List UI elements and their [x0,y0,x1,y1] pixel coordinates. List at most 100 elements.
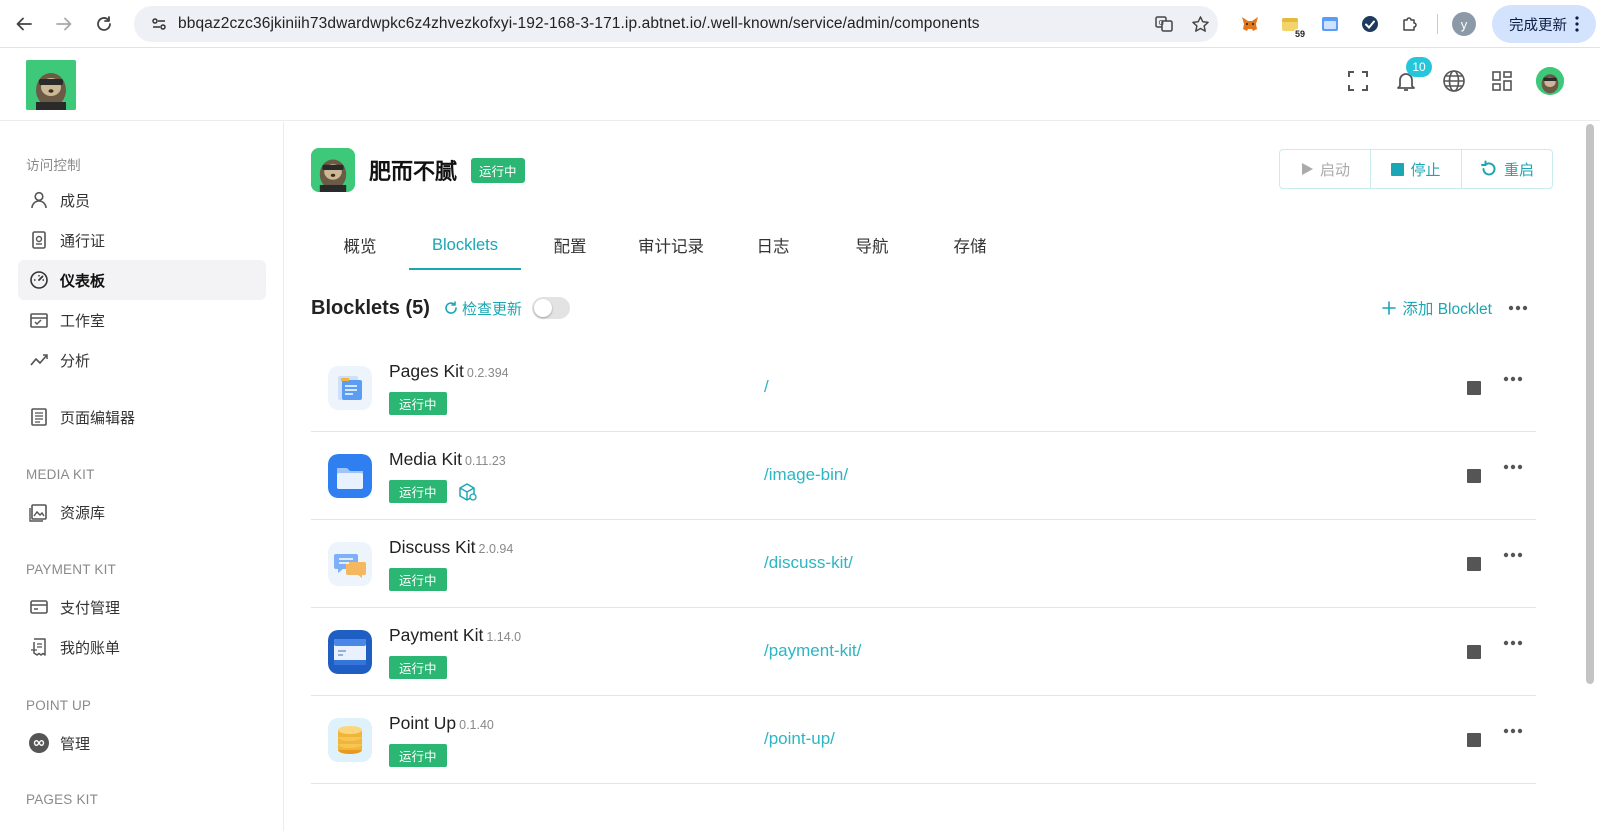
status-badge: 运行中 [389,568,447,591]
stop-square-icon[interactable] [1467,733,1481,747]
restart-button[interactable]: 重启 [1461,150,1552,188]
reload-icon [97,16,111,31]
sidebar-item-my-bills[interactable]: 我的账单 [18,627,266,667]
sidebar-item-label: 工作室 [60,312,106,330]
notification-bell-icon[interactable]: 10 [1388,57,1432,99]
blocklet-list: Pages Kit 0.2.394 运行中 / Media Kit 0.11.23 … [311,344,1536,784]
forward-button[interactable] [44,4,84,44]
extension-badge: 59 [1293,29,1306,39]
tab-storage[interactable]: 存储 [921,220,1019,270]
stop-square-icon [1391,162,1405,176]
fullscreen-icon[interactable] [1340,63,1376,99]
tab-blocklets[interactable]: Blocklets [409,220,521,270]
media-library-icon [28,501,50,523]
blocklet-mount-path[interactable]: / [764,377,769,397]
add-blocklet-button[interactable]: 添加 Blocklet [1382,297,1492,319]
sidebar-item-label: 资源库 [60,504,106,522]
profile-button[interactable]: y [1444,6,1484,42]
blocklet-name: Media Kit 0.11.23 [389,449,506,470]
app-logo[interactable] [26,60,76,110]
more-options-icon[interactable] [1508,305,1528,311]
sidebar-item-studio[interactable]: 工作室 [18,300,266,340]
table-row[interactable]: Payment Kit 1.14.0 运行中 /payment-kit/ [311,608,1536,696]
page-scrollbar[interactable] [1586,124,1594,684]
tab-config[interactable]: 配置 [521,220,619,270]
sidebar-item-members[interactable]: 成员 [18,180,266,220]
row-more-icon[interactable] [1503,640,1523,646]
media-kit-icon [328,454,372,498]
blocklet-version: 0.11.23 [464,454,506,468]
sidebar-item-point-up-manage[interactable]: 管理 [18,723,266,763]
back-button[interactable] [4,4,44,44]
tab-logs[interactable]: 日志 [723,220,823,270]
page-editor-icon [28,406,50,428]
table-row[interactable]: Media Kit 0.11.23 运行中 /image-bin/ [311,432,1536,520]
metamask-extension-icon[interactable] [1230,6,1270,42]
blocklet-name: Discuss Kit 2.0.94 [389,537,513,558]
row-more-icon[interactable] [1503,728,1523,734]
check-update-label: 检查更新 [461,300,522,318]
user-menu-button[interactable] [1532,63,1568,99]
calendar-extension-icon[interactable]: 59 [1270,6,1310,42]
language-globe-icon[interactable] [1436,63,1472,99]
sidebar-group-access-control: 访问控制 [26,158,81,173]
check-update-link[interactable]: 检查更新 [444,298,522,319]
app-controls: 启动 停止 重启 [1279,149,1553,189]
stop-square-icon[interactable] [1467,381,1481,395]
sidebar-item-dashboard[interactable]: 仪表板 [18,260,266,300]
stop-square-icon[interactable] [1467,469,1481,483]
check-extension-icon[interactable] [1350,6,1390,42]
sidebar-item-label: 管理 [60,735,91,753]
blocklet-name: Pages Kit 0.2.394 [389,361,509,382]
sidebar-item-payment-management[interactable]: 支付管理 [18,587,266,627]
table-row[interactable]: Discuss Kit 2.0.94 运行中 /discuss-kit/ [311,520,1536,608]
studio-icon [28,309,50,331]
bill-icon [28,636,50,658]
stop-square-icon[interactable] [1467,557,1481,571]
table-row[interactable]: Point Up 0.1.40 运行中 /point-up/ [311,696,1536,784]
apps-grid-icon[interactable] [1484,63,1520,99]
table-row[interactable]: Pages Kit 0.2.394 运行中 / [311,344,1536,432]
start-button[interactable]: 启动 [1280,150,1370,188]
puzzle-extensions-icon[interactable] [1390,6,1430,42]
sidebar-item-media-library[interactable]: 资源库 [18,492,266,532]
blocklet-mount-path[interactable]: /payment-kit/ [764,641,861,661]
blocklets-header: Blocklets (5) 检查更新 添加 Blocklet [311,292,1536,324]
browser-update-button[interactable]: 完成更新 [1492,5,1596,43]
arrow-right-icon [56,17,72,31]
sidebar-item-page-editor[interactable]: 页面编辑器 [18,397,266,437]
blocklet-mount-path[interactable]: /discuss-kit/ [764,553,853,573]
blocklet-title: Pages Kit [389,361,464,381]
blocklet-mount-path[interactable]: /image-bin/ [764,465,848,485]
translate-icon[interactable]: G [1146,14,1182,34]
bookmark-star-icon[interactable] [1182,15,1218,34]
sidebar-item-passport[interactable]: 通行证 [18,220,266,260]
stop-button[interactable]: 停止 [1370,150,1461,188]
sidebar-item-label: 页面编辑器 [60,409,136,427]
reload-button[interactable] [84,4,124,44]
row-more-icon[interactable] [1503,552,1523,558]
sidebar-group-payment-kit: PAYMENT KIT [26,562,116,577]
tab-overview[interactable]: 概览 [311,220,409,270]
auto-update-toggle[interactable] [531,297,570,319]
component-cube-icon[interactable] [457,482,477,502]
tab-navigation[interactable]: 导航 [823,220,921,270]
play-icon [1301,163,1313,175]
site-settings-icon[interactable] [142,15,176,33]
tab-audit-log[interactable]: 审计记录 [619,220,723,270]
window-extension-icon[interactable] [1310,6,1350,42]
address-bar[interactable]: bbqaz2czc36jkiniih73dwardwpkc6z4zhvezkof… [134,6,1218,42]
url-text[interactable]: bbqaz2czc36jkiniih73dwardwpkc6z4zhvezkof… [178,15,1146,33]
sidebar-item-analytics[interactable]: 分析 [18,340,266,380]
stop-square-icon[interactable] [1467,645,1481,659]
status-badge: 运行中 [389,480,447,503]
user-icon [28,189,50,211]
infinity-icon [28,732,50,754]
blocklet-mount-path[interactable]: /point-up/ [764,729,835,749]
row-more-icon[interactable] [1503,376,1523,382]
sidebar-group-pages-kit: PAGES KIT [26,792,99,807]
page-title: 肥而不腻 [369,159,458,184]
row-more-icon[interactable] [1503,464,1523,470]
sidebar-group-media-kit: MEDIA KIT [26,467,95,482]
plus-icon [1382,301,1397,315]
